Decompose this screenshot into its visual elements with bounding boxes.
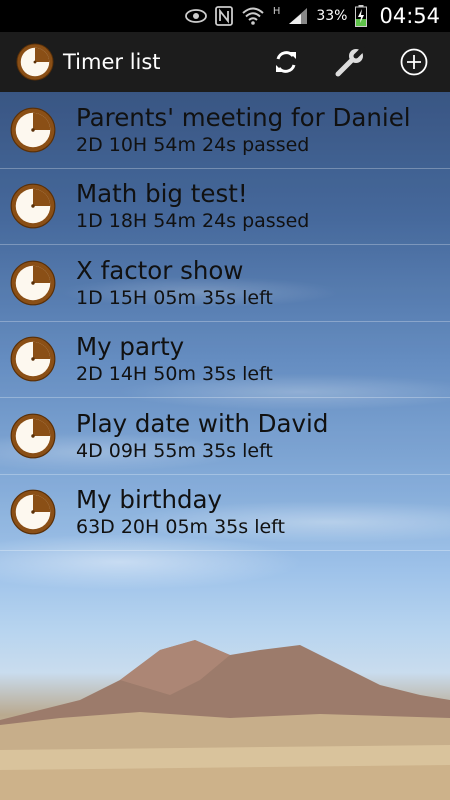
clock-icon (16, 43, 54, 81)
clock-icon (10, 413, 56, 459)
timer-title: My party (76, 332, 185, 362)
timer-status: 63D 20H 05m 35s left (76, 516, 285, 539)
timer-list-item[interactable]: Play date with David 4D 09H 55m 35s left (0, 398, 450, 475)
battery-percent: 33% (316, 8, 348, 24)
timer-title: X factor show (76, 255, 244, 285)
clock-icon (10, 260, 56, 306)
timer-list-item[interactable]: My party 2D 14H 50m 35s left (0, 321, 450, 398)
mountain-landscape (0, 640, 450, 800)
timer-status: 2D 14H 50m 35s left (76, 363, 273, 386)
settings-wrench-icon (335, 46, 366, 77)
refresh-icon (276, 51, 296, 73)
eye-icon (184, 6, 207, 26)
timer-list-item[interactable]: My birthday 63D 20H 05m 35s left (0, 474, 450, 551)
timer-status: 2D 10H 54m 24s passed (76, 133, 310, 156)
battery-charging-icon (355, 5, 368, 27)
timer-list: Parents' meeting for Daniel 2D 10H 54m 2… (0, 92, 450, 551)
clock-time: 04:54 (379, 4, 440, 28)
nfc-icon (214, 6, 233, 26)
timer-status: 1D 18H 54m 24s passed (76, 210, 310, 233)
clock-icon (10, 336, 56, 382)
timer-text: Math big test! 1D 18H 54m 24s passed (76, 179, 309, 233)
page-title: Timer list (63, 50, 161, 74)
action-bar: Timer list (0, 32, 450, 92)
signal-icon (288, 6, 308, 26)
timer-list-item[interactable]: X factor show 1D 15H 05m 35s left (0, 245, 450, 322)
timer-status: 1D 15H 05m 35s left (76, 286, 273, 309)
wifi-icon (241, 6, 265, 26)
timer-title: Play date with David (76, 408, 329, 438)
timer-title: My birthday (76, 485, 223, 515)
add-icon (400, 48, 428, 76)
clock-icon (10, 489, 56, 535)
timer-text: My birthday 63D 20H 05m 35s left (76, 485, 285, 539)
timer-text: Play date with David 4D 09H 55m 35s left (76, 409, 328, 463)
timer-text: Parents' meeting for Daniel 2D 10H 54m 2… (76, 103, 411, 157)
settings-button[interactable] (328, 40, 372, 84)
network-type-label: H (272, 6, 281, 17)
timer-list-item[interactable]: Math big test! 1D 18H 54m 24s passed (0, 168, 450, 245)
add-timer-button[interactable] (392, 40, 436, 84)
timer-title: Math big test! (76, 179, 248, 209)
timer-list-item[interactable]: Parents' meeting for Daniel 2D 10H 54m 2… (0, 92, 450, 169)
timer-text: X factor show 1D 15H 05m 35s left (76, 256, 273, 310)
timer-title: Parents' meeting for Daniel (76, 102, 411, 132)
refresh-button[interactable] (264, 40, 308, 84)
timer-text: My party 2D 14H 50m 35s left (76, 332, 273, 386)
clock-icon (10, 183, 56, 229)
clock-icon (10, 107, 56, 153)
status-bar: H 33% 04:54 (0, 0, 450, 32)
timer-status: 4D 09H 55m 35s left (76, 439, 273, 462)
